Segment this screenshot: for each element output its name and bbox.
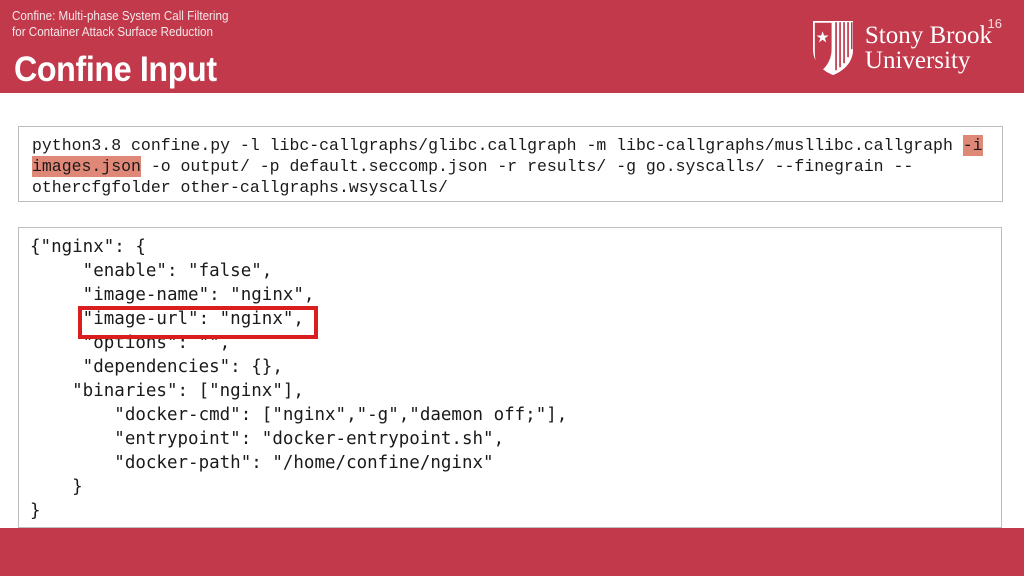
page-title: Confine Input [14,50,217,89]
logo-line-2: University [864,47,971,74]
command-box: python3.8 confine.py -l libc-callgraphs/… [18,126,1003,202]
json-config-text: {"nginx": { "enable": "false", "image-na… [30,237,568,521]
footer-caption-line-2: for Container Attack Surface Reduction [12,25,213,39]
slide: Confine Input Stony Brook University pyt… [0,0,1024,576]
stony-brook-shield-icon [812,21,853,75]
command-segment-1: python3.8 confine.py -l libc-callgraphs/… [32,136,963,155]
footer-caption: Confine: Multi-phase System Call Filteri… [12,8,228,40]
logo-line-1: Stony Brook [864,21,992,49]
page-number: 16 [987,16,1002,31]
footer-caption-line-1: Confine: Multi-phase System Call Filteri… [12,9,229,23]
command-segment-3: -o output/ -p default.seccomp.json -r re… [32,157,914,197]
stony-brook-logo: Stony Brook University [811,18,992,78]
image-url-highlight-box [78,306,318,339]
footer-band [0,528,1024,576]
json-config-box: {"nginx": { "enable": "false", "image-na… [18,227,1002,528]
command-text: python3.8 confine.py -l libc-callgraphs/… [32,135,994,198]
logo-wordmark: Stony Brook University [864,21,992,74]
